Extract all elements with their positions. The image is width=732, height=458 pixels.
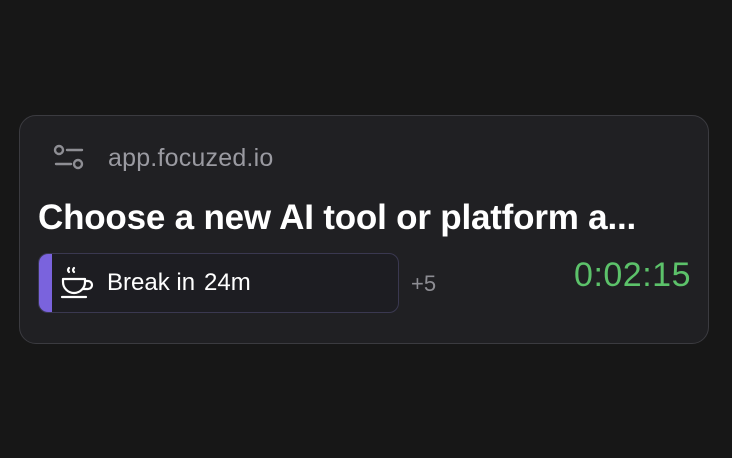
chip-accent-bar bbox=[39, 254, 52, 312]
break-chip[interactable]: Break in 24m bbox=[38, 253, 399, 313]
break-label: Break in bbox=[107, 269, 196, 296]
coffee-cup-icon bbox=[59, 264, 97, 302]
focus-widget-card: app.focuzed.io Choose a new AI tool or p… bbox=[19, 115, 709, 344]
task-title: Choose a new AI tool or platform a... bbox=[38, 198, 637, 237]
header: app.focuzed.io bbox=[52, 142, 273, 174]
elapsed-timer: 0:02:15 bbox=[574, 256, 691, 294]
more-items-count[interactable]: +5 bbox=[411, 271, 436, 297]
break-time: 24m bbox=[204, 269, 251, 296]
settings-sliders-icon[interactable] bbox=[52, 142, 86, 174]
site-domain: app.focuzed.io bbox=[108, 143, 274, 172]
